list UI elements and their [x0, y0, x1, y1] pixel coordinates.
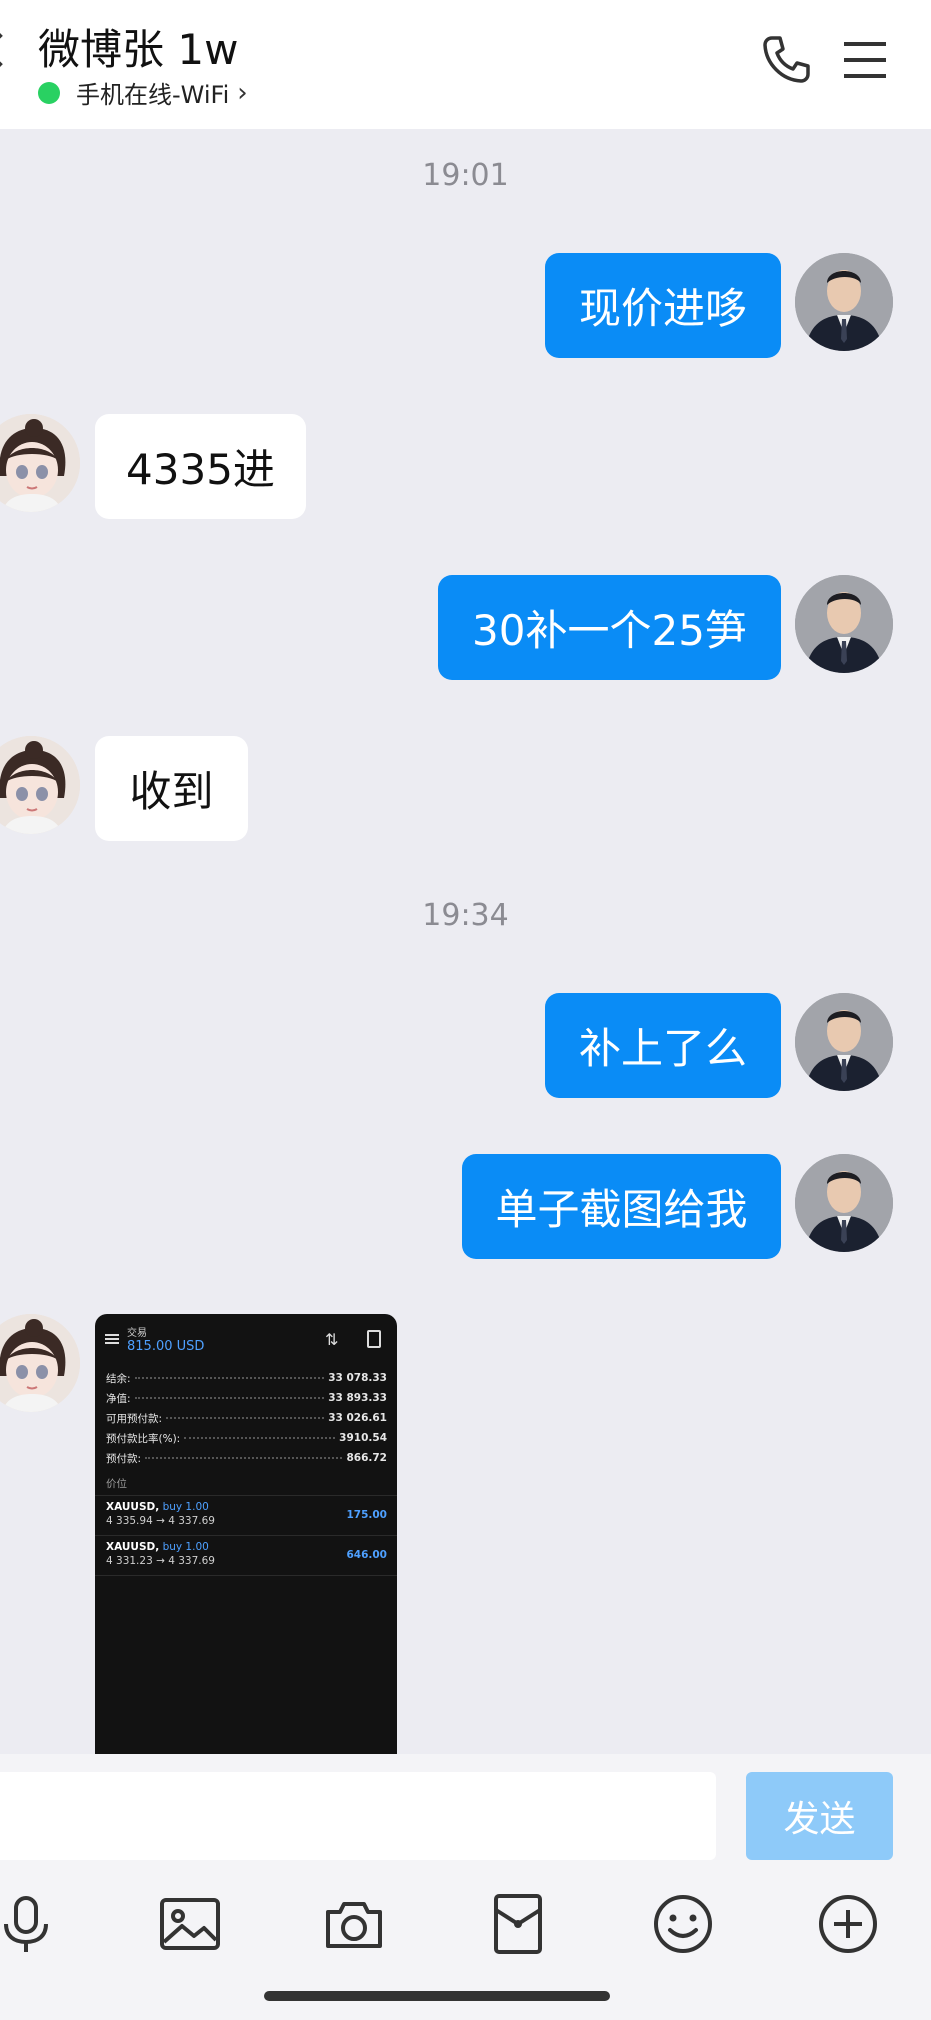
man-avatar-icon: [795, 575, 893, 673]
online-dot-icon: [38, 81, 60, 104]
screenshot-balance: 815.00 USD: [127, 1339, 205, 1354]
summary-row: 净值: 33 893.33: [106, 1392, 387, 1405]
girl-avatar-icon: [0, 414, 80, 512]
summary-row: 结余: 33 078.33: [106, 1372, 387, 1385]
avatar-contact[interactable]: [0, 1314, 80, 1412]
status-text: 手机在线-WiFi: [76, 81, 230, 109]
man-avatar-icon: [795, 253, 893, 351]
home-indicator[interactable]: [264, 1991, 610, 2001]
message-input[interactable]: [0, 1772, 716, 1860]
red-packet-icon[interactable]: [486, 1892, 550, 1956]
outgoing-message[interactable]: 现价进哆: [545, 253, 781, 358]
chat-header: 微博张 1w 手机在线-WiFi ›: [0, 0, 931, 129]
screenshot-subtitle: 交易: [127, 1328, 147, 1339]
summary-row: 可用预付款: 33 026.61: [106, 1412, 387, 1425]
avatar-self[interactable]: [795, 253, 893, 351]
trade-row: XAUUSD, buy 1.00 4 331.23 → 4 337.69 646…: [95, 1536, 397, 1576]
outgoing-message[interactable]: 单子截图给我: [462, 1154, 781, 1259]
outgoing-message[interactable]: 补上了么: [545, 993, 781, 1098]
chat-title[interactable]: 微博张 1w: [38, 16, 238, 77]
document-icon: [367, 1330, 381, 1348]
avatar-contact[interactable]: [0, 736, 80, 834]
man-avatar-icon: [795, 993, 893, 1091]
girl-avatar-icon: [0, 736, 80, 834]
avatar-self[interactable]: [795, 575, 893, 673]
avatar-contact[interactable]: [0, 414, 80, 512]
account-summary: 结余: 33 078.33 净值: 33 893.33 可用预付款: 33 026.6…: [95, 1364, 397, 1468]
camera-icon[interactable]: [322, 1892, 386, 1956]
online-status[interactable]: 手机在线-WiFi ›: [38, 75, 248, 110]
screenshot-topbar: 交易 815.00 USD ⇅: [95, 1314, 397, 1364]
outgoing-message[interactable]: 30补一个25笋: [438, 575, 781, 680]
image-message-trade-screenshot[interactable]: 交易 815.00 USD ⇅ 结余: 33 078.33 净值: 33 893.3…: [95, 1314, 397, 1754]
menu-icon[interactable]: [838, 32, 894, 88]
man-avatar-icon: [795, 1154, 893, 1252]
timestamp: 19:01: [422, 158, 509, 193]
incoming-message[interactable]: 收到: [95, 736, 248, 841]
avatar-self[interactable]: [795, 1154, 893, 1252]
microphone-icon[interactable]: [0, 1892, 58, 1956]
avatar-self[interactable]: [795, 993, 893, 1091]
composer-bar: 发送: [0, 1754, 931, 1862]
menu-icon: [105, 1334, 119, 1344]
chevron-right-icon: ›: [237, 77, 248, 108]
trade-row: XAUUSD, buy 1.00 4 335.94 → 4 337.69 175…: [95, 1496, 397, 1536]
incoming-message[interactable]: 4335进: [95, 414, 306, 519]
back-icon[interactable]: [0, 33, 17, 67]
phone-icon[interactable]: [758, 32, 814, 88]
girl-avatar-icon: [0, 1314, 80, 1412]
emoji-icon[interactable]: [651, 1892, 715, 1956]
image-icon[interactable]: [158, 1892, 222, 1956]
positions-section-label: 价位: [95, 1476, 397, 1496]
send-button[interactable]: 发送: [746, 1772, 893, 1860]
summary-row: 预付款比率(%): 3910.54: [106, 1432, 387, 1445]
summary-row: 预付款: 866.72: [106, 1452, 387, 1465]
timestamp: 19:34: [422, 898, 509, 933]
plus-icon[interactable]: [816, 1892, 880, 1956]
sort-icon: ⇅: [325, 1330, 339, 1349]
